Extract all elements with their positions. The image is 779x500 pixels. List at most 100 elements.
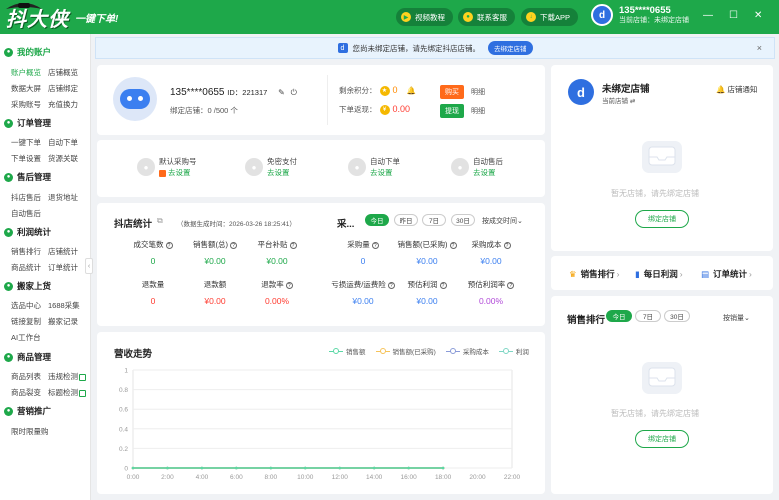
series-point[interactable] [372, 466, 376, 470]
bind-shop-button[interactable]: 去绑定店铺 [488, 41, 533, 55]
sidebar-item-order-settings[interactable]: 下单设置 [11, 153, 41, 164]
help-icon[interactable]: ? [165, 241, 173, 249]
help-icon[interactable]: ? [289, 241, 297, 249]
sidebar-item-shop-stats[interactable]: 店铺统计 [48, 246, 78, 257]
feature-auto-order[interactable]: ● 自动下单 去设置 [348, 156, 400, 178]
buy-button[interactable]: 购买 [440, 85, 464, 99]
sidebar-item-title-check[interactable]: 标题检测 [48, 387, 86, 398]
close-icon[interactable]: × [757, 43, 762, 53]
points-detail-link[interactable]: 明细 [471, 87, 485, 97]
sidebar-item-move-records[interactable]: 搬家记录 [48, 316, 78, 327]
filter-today[interactable]: 今日 [365, 214, 389, 226]
x-tick-label: 14:00 [366, 474, 383, 481]
maximize-icon[interactable]: ☐ [729, 10, 738, 21]
sidebar-item-selection-center[interactable]: 选品中心 [11, 300, 41, 311]
sidebar-item-goods-stats[interactable]: 商品统计 [11, 262, 41, 273]
user-info[interactable]: d 135****0655 当前店铺：未绑定店铺 [591, 4, 689, 26]
avatar [113, 77, 157, 121]
sidebar-section-goods[interactable]: ● 商品管理 [4, 351, 51, 363]
bind-shop-button[interactable]: 绑定店铺 [635, 430, 689, 448]
download-app-button[interactable]: ↓ 下载APP [521, 8, 579, 26]
close-icon[interactable]: ✕ [754, 10, 762, 21]
help-icon[interactable]: ? [371, 241, 379, 249]
sidebar-item-recharge[interactable]: 充值换力 [48, 99, 78, 110]
feature-default-purchase[interactable]: ● 默认采购号 去设置 [137, 156, 197, 178]
edit-icon[interactable]: ✎ [278, 88, 285, 97]
sidebar-section-move[interactable]: ● 搬家上货 [4, 280, 51, 292]
feature-password-free-pay[interactable]: ● 免密支付 去设置 [245, 156, 297, 178]
daily-profit-link[interactable]: ▮ 每日利润 › [635, 268, 683, 280]
rank-filter-30days[interactable]: 30日 [664, 310, 690, 322]
bell-icon[interactable]: 🔔 [407, 86, 416, 95]
sidebar-item-link-copy[interactable]: 链接复制 [11, 316, 41, 327]
bell-icon: 🔔 [716, 85, 726, 94]
service-icon: ● [451, 158, 469, 176]
series-point[interactable] [338, 466, 342, 470]
minimize-icon[interactable]: — [703, 10, 713, 21]
sidebar-item-douyin-aftersale[interactable]: 抖店售后 [11, 192, 41, 203]
sidebar-section-profit[interactable]: ● 利润统计 [4, 226, 51, 238]
sidebar-item-dashboard[interactable]: 数据大屏 [11, 83, 41, 94]
time-range-select[interactable]: 按成交时间⌄ [482, 216, 523, 226]
video-tutorial-button[interactable]: ▶ 视频教程 [396, 8, 453, 26]
sidebar-item-flash-sale[interactable]: 限时限量购 [11, 426, 49, 437]
copy-icon[interactable]: ⧉ [157, 216, 163, 226]
help-icon[interactable]: ? [503, 241, 511, 249]
sidebar-item-ai-workbench[interactable]: AI工作台 [11, 332, 41, 343]
filter-30days[interactable]: 30日 [451, 214, 475, 226]
withdraw-button[interactable]: 提现 [440, 104, 464, 118]
sidebar-item-source-link[interactable]: 货源关联 [48, 153, 78, 164]
sidebar-item-goods-split[interactable]: 商品裂变 [11, 387, 41, 398]
current-shop: 当前店铺：未绑定店铺 [619, 16, 689, 24]
help-icon[interactable]: ? [285, 281, 293, 289]
help-icon[interactable]: ? [230, 241, 237, 249]
series-point[interactable] [131, 466, 135, 470]
profit-icon: ● [4, 227, 13, 237]
sidebar-item-order-stats[interactable]: 订单统计 [48, 262, 78, 273]
medal-icon: ♛ [569, 268, 577, 279]
rank-filter-today[interactable]: 今日 [606, 310, 632, 322]
sidebar-item-purchase-account[interactable]: 采购账号 [11, 99, 41, 110]
sidebar-item-goods-list[interactable]: 商品列表 [11, 371, 41, 382]
help-icon[interactable]: ? [439, 281, 447, 289]
sidebar-item-sales-rank[interactable]: 销售排行 [11, 246, 41, 257]
sidebar-collapse-button[interactable]: ‹ [85, 258, 93, 274]
sidebar-item-1688-collect[interactable]: 1688采集 [48, 300, 80, 311]
series-point[interactable] [200, 466, 204, 470]
series-point[interactable] [235, 466, 238, 470]
sidebar-item-violation-check[interactable]: 违规检测 [48, 371, 86, 382]
sidebar-item-shop-bind[interactable]: 店铺绑定 [48, 83, 78, 94]
sales-rank-link[interactable]: ♛ 销售排行 › [569, 268, 619, 280]
sidebar-item-shop-overview[interactable]: 店铺概览 [48, 67, 78, 78]
rank-sort-select[interactable]: 按销量⌄ [723, 313, 750, 323]
series-point[interactable] [269, 466, 273, 470]
feature-auto-aftersale[interactable]: ● 自动售后 去设置 [451, 156, 503, 178]
rank-filter-7days[interactable]: 7日 [635, 310, 661, 322]
sidebar-section-promo[interactable]: ● 营销推广 [4, 405, 51, 417]
shop-notify-link[interactable]: 🔔 店铺通知 [716, 84, 757, 95]
help-icon[interactable]: ? [507, 281, 515, 289]
empty-box-icon [642, 362, 682, 394]
sidebar-section-aftersale[interactable]: ● 售后管理 [4, 171, 51, 183]
current-shop-label[interactable]: 当前店铺 ⇄ [602, 95, 635, 105]
series-point[interactable] [166, 466, 169, 470]
sidebar-section-orders[interactable]: ● 订单管理 [4, 117, 51, 129]
bind-shop-button[interactable]: 绑定店铺 [635, 210, 689, 228]
contact-service-button[interactable]: ● 联系客服 [458, 8, 515, 26]
logout-icon[interactable]: ⏻ [291, 88, 297, 97]
order-stats-link[interactable]: ▤ 订单统计 › [701, 268, 752, 280]
sidebar-item-account-overview[interactable]: 账户概览 [11, 67, 41, 78]
series-point[interactable] [407, 466, 410, 470]
y-tick-label: 0 [124, 466, 128, 473]
sidebar-item-auto-order[interactable]: 自动下单 [48, 137, 78, 148]
filter-7days[interactable]: 7日 [422, 214, 446, 226]
sidebar-item-auto-aftersale[interactable]: 自动售后 [11, 208, 41, 219]
sidebar-section-account[interactable]: ● 我的账户 [4, 46, 51, 58]
app-logo[interactable]: 抖大侠 一键下单! [6, 3, 118, 31]
series-point[interactable] [441, 466, 445, 470]
sidebar-item-return-address[interactable]: 退货地址 [48, 192, 78, 203]
filter-yesterday[interactable]: 昨日 [394, 214, 418, 226]
series-point[interactable] [303, 466, 307, 470]
rebate-detail-link[interactable]: 明细 [471, 106, 485, 116]
sidebar-item-one-click-order[interactable]: 一键下单 [11, 137, 41, 148]
